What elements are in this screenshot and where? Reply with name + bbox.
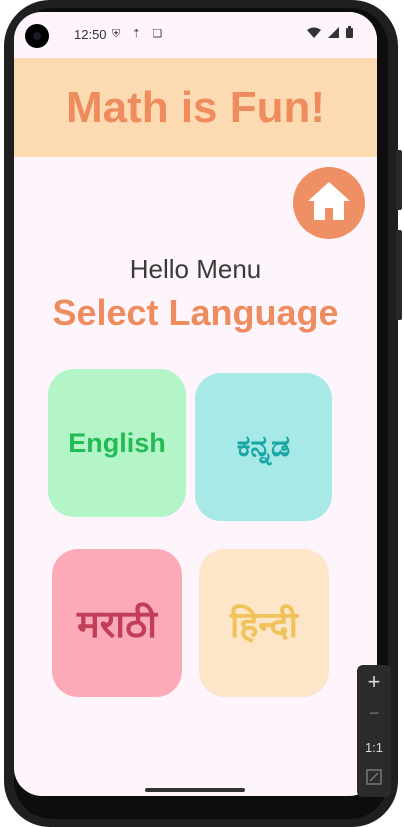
app-title: Math is Fun! [65,82,326,132]
battery-icon [346,26,353,41]
zoom-out-button[interactable]: − [357,703,391,724]
shield-icon: ⛨ [112,27,125,40]
zoom-in-button[interactable]: + [357,669,391,695]
language-label-hindi: हिन्दी [229,603,298,645]
status-bar: 12:50 ⛨ ⇡ ❑ [14,12,377,58]
status-time: 12:50 [74,27,107,42]
signal-icon [328,27,346,41]
fit-screen-icon[interactable] [357,769,391,790]
usb-icon: ⇡ [131,27,145,40]
clipboard-icon: ❑ [152,27,167,40]
wifi-icon [307,27,328,41]
zoom-ratio-button[interactable]: 1:1 [357,740,391,755]
language-button-english[interactable]: English [48,369,186,517]
language-label-kannada: ಕನ್ನಡ [236,430,291,463]
front-camera [25,24,49,48]
emulator-window: 12:50 ⛨ ⇡ ❑ Math is Fun! Hello Menu Sele… [0,0,404,827]
language-button-kannada[interactable]: ಕನ್ನಡ [195,373,332,521]
phone-screen: 12:50 ⛨ ⇡ ❑ Math is Fun! Hello Menu Sele… [14,12,377,796]
app-header: Math is Fun! [14,58,377,157]
language-label-english: English [68,427,166,458]
home-button[interactable] [293,167,365,239]
power-button [396,150,402,210]
select-language-heading: Select Language [52,292,339,333]
system-icons [307,26,353,41]
language-button-hindi[interactable]: हिन्दी [199,549,329,697]
emulator-zoom-panel: + − 1:1 [357,665,391,797]
gesture-nav-bar[interactable] [145,788,245,792]
notification-icons: ⛨ ⇡ ❑ [112,27,166,41]
volume-button [396,230,402,320]
language-button-marathi[interactable]: मराठी [52,549,182,697]
home-icon [306,180,352,226]
language-label-marathi: मराठी [76,604,158,646]
greeting-text: Hello Menu [129,254,262,284]
